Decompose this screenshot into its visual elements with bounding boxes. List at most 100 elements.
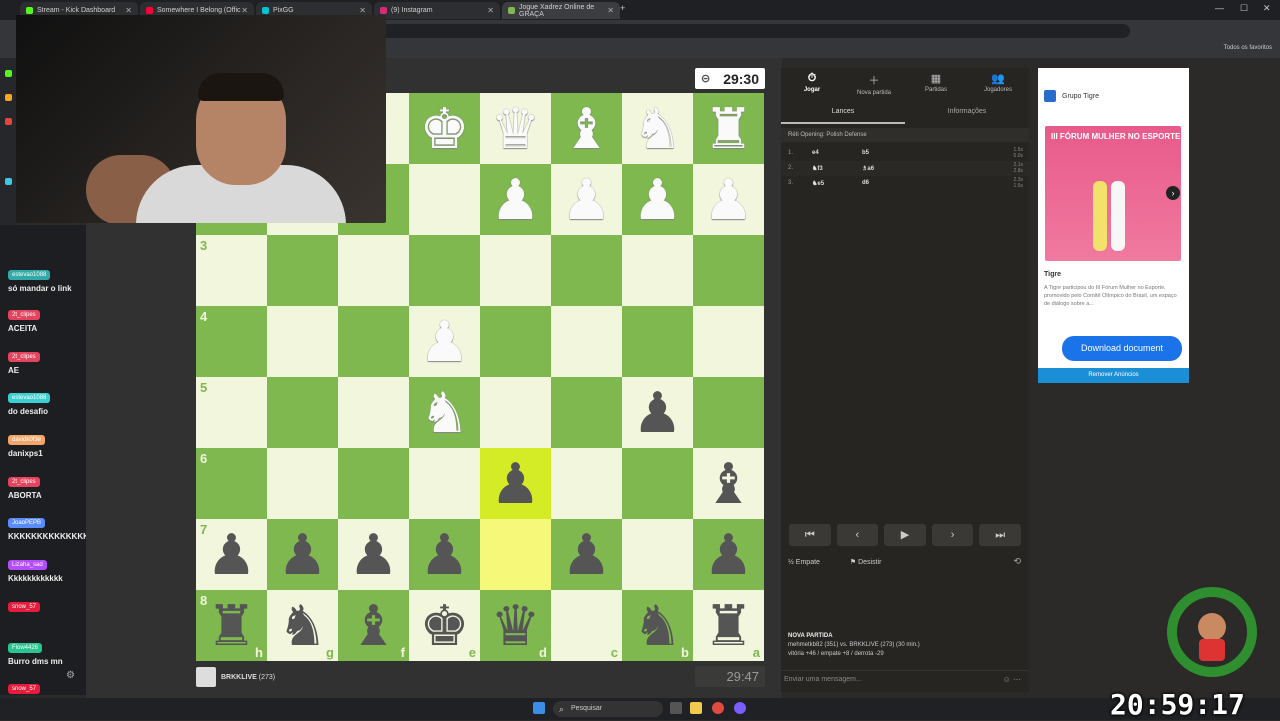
first-move-button[interactable]: ⏮ xyxy=(789,524,831,546)
board-square[interactable] xyxy=(480,306,551,377)
close-tab-icon[interactable]: ✕ xyxy=(125,6,132,15)
white-move[interactable]: e4 xyxy=(812,150,819,156)
board-square[interactable]: ♟ xyxy=(409,519,480,590)
chat-username[interactable]: JoaoPEPB xyxy=(8,518,46,528)
draw-button[interactable]: ½ Empate xyxy=(788,559,834,566)
board-square[interactable] xyxy=(267,235,338,306)
ad-brand[interactable]: Grupo Tigre xyxy=(1044,90,1099,102)
tab-moves[interactable]: Lances xyxy=(781,104,905,124)
black-knight-icon[interactable]: ♞ xyxy=(277,597,327,654)
chat-username[interactable]: estevao1088 xyxy=(8,270,51,280)
board-square[interactable]: ♟ xyxy=(693,164,764,235)
board-square[interactable] xyxy=(267,306,338,377)
remove-ads-button[interactable]: Remover Anúncios xyxy=(1038,368,1189,383)
close-tab-icon[interactable]: ✕ xyxy=(607,6,614,15)
browser-tab[interactable]: Jogue Xadrez Online de GRAÇA ✕ xyxy=(502,2,620,19)
move-row[interactable]: 3. ♞e5 d6 2.3s 1.5s xyxy=(781,176,1029,191)
board-square[interactable] xyxy=(622,519,693,590)
black-king-icon[interactable]: ♚ xyxy=(419,597,469,654)
black-pawn-icon[interactable]: ♟ xyxy=(348,526,398,583)
board-square[interactable] xyxy=(622,235,693,306)
board-square[interactable]: ♟ xyxy=(409,306,480,377)
ad-next-arrow-icon[interactable]: › xyxy=(1166,186,1180,200)
board-square[interactable]: ♛ xyxy=(480,93,551,164)
black-move[interactable]: d6 xyxy=(862,180,869,186)
task-view-icon[interactable] xyxy=(670,702,682,714)
chat-username[interactable]: davidk0f3e xyxy=(8,435,46,445)
board-square[interactable] xyxy=(409,164,480,235)
board-square[interactable] xyxy=(480,519,551,590)
black-pawn-icon[interactable]: ♟ xyxy=(277,526,327,583)
board-square[interactable] xyxy=(267,448,338,519)
black-bishop-icon[interactable]: ♝ xyxy=(703,455,753,512)
board-square[interactable] xyxy=(409,235,480,306)
white-pawn-icon[interactable]: ♟ xyxy=(703,171,753,228)
board-square[interactable]: ♟ xyxy=(551,164,622,235)
minimize-icon[interactable]: — xyxy=(1215,3,1224,13)
black-move[interactable]: b5 xyxy=(862,150,869,156)
board-square[interactable]: 8 h ♜ xyxy=(196,590,267,661)
close-tab-icon[interactable]: ✕ xyxy=(359,6,366,15)
board-square[interactable] xyxy=(480,377,551,448)
board-square[interactable]: 4 xyxy=(196,306,267,377)
ad-image[interactable]: III FÓRUM MULHER NO ESPORTE xyxy=(1045,126,1181,261)
white-pawn-icon[interactable]: ♟ xyxy=(632,171,682,228)
favorites-folder[interactable]: Todos os favoritos xyxy=(1224,45,1272,51)
chat-username[interactable]: 2t_clipes xyxy=(8,310,40,320)
black-knight-icon[interactable]: ♞ xyxy=(632,597,682,654)
board-square[interactable]: ♟ xyxy=(622,377,693,448)
board-square[interactable] xyxy=(338,377,409,448)
message-input[interactable]: Enviar uma mensagem... ☺ ⋯ xyxy=(781,670,1029,688)
chat-username[interactable]: 2t_clipes xyxy=(8,352,40,362)
black-move[interactable]: ♗a6 xyxy=(862,165,874,172)
last-move-button[interactable]: ⏭ xyxy=(979,524,1021,546)
black-pawn-icon[interactable]: ♟ xyxy=(561,526,611,583)
board-square[interactable]: ♟ xyxy=(551,519,622,590)
board-square[interactable]: f ♝ xyxy=(338,590,409,661)
chat-username[interactable]: Flow4426 xyxy=(8,643,43,653)
board-square[interactable] xyxy=(551,377,622,448)
chat-username[interactable]: snow_57 xyxy=(8,602,41,612)
previous-move-button[interactable]: ‹ xyxy=(836,524,879,546)
board-square[interactable]: 5 xyxy=(196,377,267,448)
panel-nav-item[interactable]: ⏱ Jogar xyxy=(781,68,843,98)
board-square[interactable] xyxy=(409,448,480,519)
white-move[interactable]: ♞e5 xyxy=(812,180,824,187)
settings-gear-icon[interactable]: ⚙ xyxy=(66,670,75,681)
close-tab-icon[interactable]: ✕ xyxy=(241,6,248,15)
close-window-icon[interactable]: ✕ xyxy=(1263,3,1271,14)
board-square[interactable] xyxy=(267,377,338,448)
download-document-button[interactable]: Download document xyxy=(1062,336,1182,361)
chat-username[interactable]: 2t_clipes xyxy=(8,477,40,487)
move-row[interactable]: 1. e4 b5 1.5s 5.0s xyxy=(781,146,1029,161)
board-square[interactable]: g ♞ xyxy=(267,590,338,661)
black-bishop-icon[interactable]: ♝ xyxy=(348,597,398,654)
board-square[interactable]: b ♞ xyxy=(622,590,693,661)
chat-username[interactable]: Lizaha_sad xyxy=(8,560,47,570)
white-pawn-icon[interactable]: ♟ xyxy=(419,313,469,370)
flip-board-icon[interactable]: ⟲ xyxy=(1013,556,1021,567)
board-square[interactable]: ♟ xyxy=(693,519,764,590)
chrome-icon[interactable] xyxy=(712,702,724,714)
panel-nav-item[interactable]: ▦ Partidas xyxy=(905,68,967,98)
black-pawn-icon[interactable]: ♟ xyxy=(490,455,540,512)
board-square[interactable] xyxy=(693,235,764,306)
white-knight-icon[interactable]: ♞ xyxy=(632,100,682,157)
board-square[interactable]: ♚ xyxy=(409,93,480,164)
board-square[interactable] xyxy=(622,306,693,377)
white-move[interactable]: ♞f3 xyxy=(812,165,823,172)
board-square[interactable]: 3 xyxy=(196,235,267,306)
taskbar-search[interactable]: Pesquisar xyxy=(553,701,663,717)
board-square[interactable]: ♟ xyxy=(480,164,551,235)
kick-icon[interactable] xyxy=(5,70,12,77)
resign-button[interactable]: ⚑ Desistir xyxy=(850,559,896,566)
emoji-icon[interactable]: ☺ ⋯ xyxy=(1003,671,1021,689)
black-pawn-icon[interactable]: ♟ xyxy=(632,384,682,441)
board-square[interactable]: ♟ xyxy=(338,519,409,590)
black-pawn-icon[interactable]: ♟ xyxy=(703,526,753,583)
board-square[interactable]: 6 xyxy=(196,448,267,519)
white-knight-icon[interactable]: ♞ xyxy=(419,384,469,441)
black-pawn-icon[interactable]: ♟ xyxy=(419,526,469,583)
board-square[interactable]: ♝ xyxy=(551,93,622,164)
board-square[interactable]: 7 ♟ xyxy=(196,519,267,590)
